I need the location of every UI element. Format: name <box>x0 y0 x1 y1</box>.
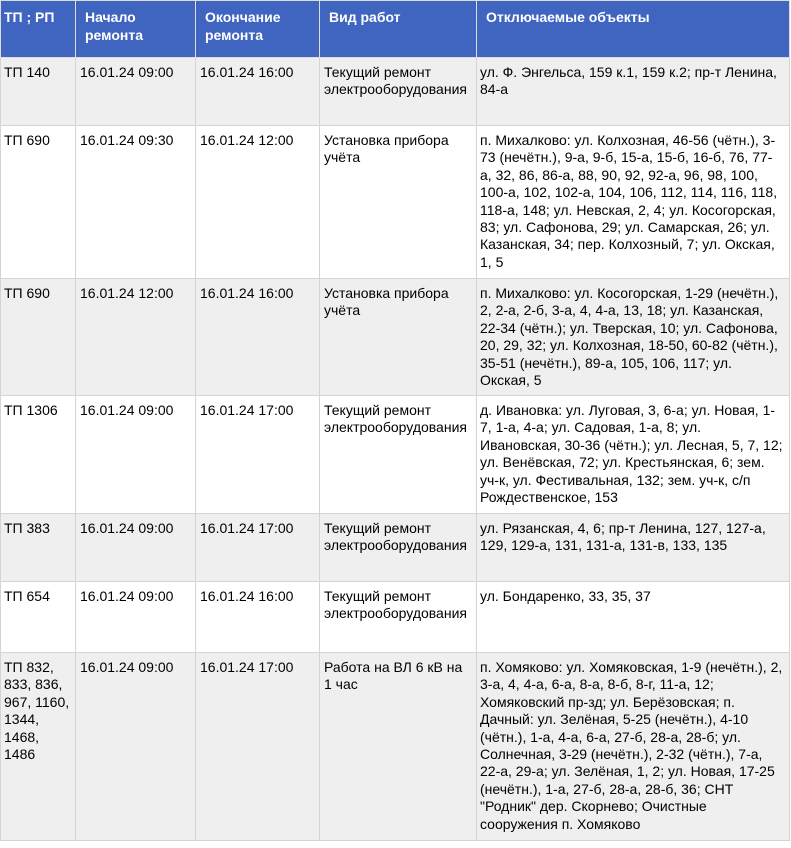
cell-start: 16.01.24 09:00 <box>75 395 196 514</box>
cell-work: Текущий ремонт электрооборудования <box>319 57 477 126</box>
cell-end: 16.01.24 16:00 <box>195 581 320 653</box>
header-end: Окончание ремонта <box>195 0 320 58</box>
cell-work: Работа на ВЛ 6 кВ на 1 час <box>319 652 477 841</box>
cell-tp: ТП 654 <box>0 581 76 653</box>
header-objects: Отключаемые объекты <box>476 0 790 58</box>
cell-tp: ТП 690 <box>0 125 76 279</box>
cell-work: Установка прибора учёта <box>319 278 477 396</box>
header-work: Вид работ <box>319 0 477 58</box>
cell-start: 16.01.24 09:00 <box>75 581 196 653</box>
cell-work: Текущий ремонт электрооборудования <box>319 395 477 514</box>
table-row: ТП 832, 833, 836, 967, 1160, 1344, 1468,… <box>0 652 790 841</box>
cell-objects: п. Михалково: ул. Колхозная, 46-56 (чётн… <box>476 125 790 279</box>
cell-objects: ул. Ф. Энгельса, 159 к.1, 159 к.2; пр-т … <box>476 57 790 126</box>
header-tp: ТП ; РП <box>0 0 76 58</box>
outages-table: ТП ; РП Начало ремонта Окончание ремонта… <box>0 0 790 841</box>
table-row: ТП 140 16.01.24 09:00 16.01.24 16:00 Тек… <box>0 57 790 126</box>
cell-objects: д. Ивановка: ул. Луговая, 3, 6-а; ул. Но… <box>476 395 790 514</box>
cell-start: 16.01.24 09:00 <box>75 513 196 582</box>
cell-work: Установка прибора учёта <box>319 125 477 279</box>
cell-start: 16.01.24 12:00 <box>75 278 196 396</box>
cell-start: 16.01.24 09:00 <box>75 57 196 126</box>
cell-objects: п. Михалково: ул. Косогорская, 1-29 (неч… <box>476 278 790 396</box>
cell-objects: ул. Рязанская, 4, 6; пр-т Ленина, 127, 1… <box>476 513 790 582</box>
cell-tp: ТП 140 <box>0 57 76 126</box>
cell-tp: ТП 832, 833, 836, 967, 1160, 1344, 1468,… <box>0 652 76 841</box>
cell-work: Текущий ремонт электрооборудования <box>319 513 477 582</box>
table-row: ТП 1306 16.01.24 09:00 16.01.24 17:00 Те… <box>0 395 790 514</box>
cell-objects: п. Хомяково: ул. Хомяковская, 1-9 (нечёт… <box>476 652 790 841</box>
table-row: ТП 654 16.01.24 09:00 16.01.24 16:00 Тек… <box>0 581 790 653</box>
cell-work: Текущий ремонт электрооборудования <box>319 581 477 653</box>
cell-end: 16.01.24 17:00 <box>195 652 320 841</box>
cell-end: 16.01.24 16:00 <box>195 278 320 396</box>
cell-tp: ТП 383 <box>0 513 76 582</box>
table-row: ТП 383 16.01.24 09:00 16.01.24 17:00 Тек… <box>0 513 790 582</box>
table-row: ТП 690 16.01.24 09:30 16.01.24 12:00 Уст… <box>0 125 790 279</box>
cell-start: 16.01.24 09:30 <box>75 125 196 279</box>
cell-end: 16.01.24 17:00 <box>195 513 320 582</box>
cell-end: 16.01.24 17:00 <box>195 395 320 514</box>
cell-start: 16.01.24 09:00 <box>75 652 196 841</box>
cell-tp: ТП 690 <box>0 278 76 396</box>
header-start: Начало ремонта <box>75 0 196 58</box>
cell-end: 16.01.24 12:00 <box>195 125 320 279</box>
table-row: ТП 690 16.01.24 12:00 16.01.24 16:00 Уст… <box>0 278 790 396</box>
cell-objects: ул. Бондаренко, 33, 35, 37 <box>476 581 790 653</box>
cell-tp: ТП 1306 <box>0 395 76 514</box>
header-row: ТП ; РП Начало ремонта Окончание ремонта… <box>0 0 790 58</box>
cell-end: 16.01.24 16:00 <box>195 57 320 126</box>
